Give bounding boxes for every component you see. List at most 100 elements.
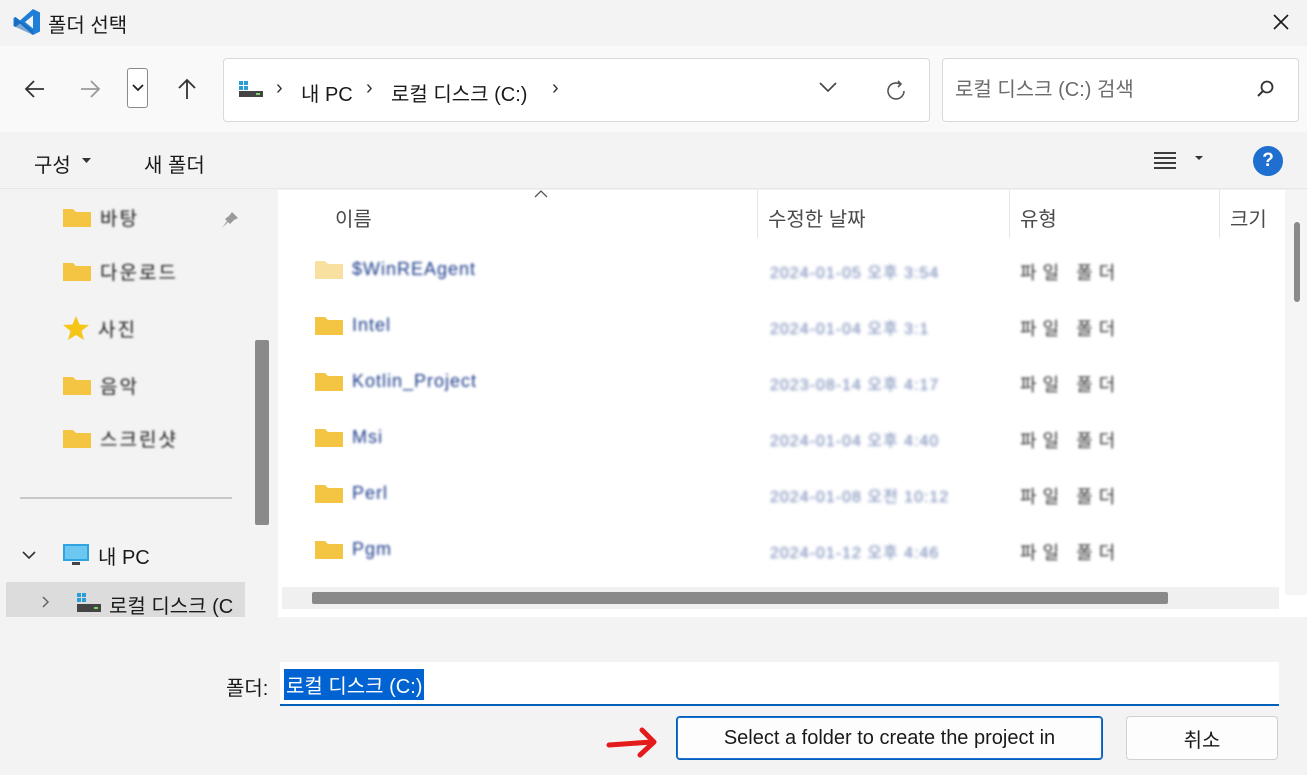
folder-icon (315, 429, 343, 447)
file-date: 2024-01-04 오후 3:1 (770, 321, 930, 338)
select-folder-button[interactable]: Select a folder to create the project in (676, 716, 1103, 760)
folder-label: 폴더: (226, 678, 269, 700)
breadcrumb-separator: › (276, 77, 283, 99)
nav-item-label: 바탕 (100, 208, 139, 230)
search-box[interactable] (942, 58, 1299, 122)
file-type: 파일 폴더 (1020, 319, 1122, 339)
nav-item-label: 음악 (100, 376, 139, 398)
table-row[interactable]: Msi 2024-01-04 오후 4:40 파일 폴더 (278, 412, 1278, 468)
recent-locations-dropdown[interactable] (127, 68, 148, 108)
nav-item-label: 스크린샷 (100, 429, 178, 451)
forward-button[interactable] (73, 72, 107, 106)
folder-icon (315, 485, 343, 503)
breadcrumb-mypc[interactable]: 내 PC (301, 78, 353, 107)
view-options-icon[interactable] (1154, 150, 1210, 170)
file-name: $WinREAgent (352, 259, 477, 279)
file-name: Msi (352, 427, 383, 447)
annotation-arrow-icon (606, 727, 657, 758)
column-header-row: 이름 수정한 날짜 유형 크기 (278, 190, 1307, 242)
nav-quick-item[interactable]: 사진 (62, 313, 137, 343)
up-button[interactable] (170, 72, 204, 106)
nav-quick-item[interactable]: 음악 (62, 370, 139, 400)
table-row[interactable]: $WinREAgent 2024-01-05 오후 3:54 파일 폴더 (278, 244, 1278, 300)
table-row[interactable]: Kotlin_Project 2023-08-14 오후 4:17 파일 폴더 (278, 356, 1278, 412)
file-type: 파일 폴더 (1020, 263, 1122, 283)
caret-down-icon (82, 158, 91, 163)
file-type: 파일 폴더 (1020, 487, 1122, 507)
table-row[interactable]: Intel 2024-01-04 오후 3:1 파일 폴더 (278, 300, 1278, 356)
search-icon[interactable] (1256, 79, 1276, 99)
folder-name-value[interactable]: 로컬 디스크 (C:) (284, 669, 425, 700)
folder-name-input[interactable]: 로컬 디스크 (C:) (280, 662, 1279, 706)
horizontal-scrollbar[interactable] (282, 587, 1279, 609)
vertical-scrollbar[interactable] (1285, 190, 1307, 595)
back-button[interactable] (18, 72, 52, 106)
pin-icon[interactable] (220, 210, 240, 230)
nav-quick-item[interactable]: 바탕 (62, 202, 139, 232)
breadcrumb-separator: › (552, 77, 559, 99)
breadcrumb-local-disk[interactable]: 로컬 디스크 (C:) (391, 78, 527, 107)
close-icon (1273, 14, 1289, 30)
arrow-right-icon (81, 80, 101, 98)
table-row[interactable]: Perl 2024-01-08 오전 10:12 파일 폴더 (278, 468, 1278, 524)
file-date: 2024-01-04 오후 4:40 (770, 433, 940, 450)
folder-icon (315, 373, 343, 391)
help-button[interactable]: ? (1253, 146, 1283, 176)
folder-icon (63, 430, 91, 448)
address-bar[interactable]: › 내 PC › 로컬 디스크 (C:) › (223, 58, 930, 122)
chevron-right-icon[interactable] (42, 596, 50, 608)
nav-quick-item[interactable]: 다운로드 (62, 256, 178, 286)
nav-divider (20, 497, 232, 499)
file-date: 2024-01-08 오전 10:12 (770, 489, 950, 506)
chevron-down-icon (131, 84, 144, 92)
drive-icon (239, 81, 263, 97)
drive-icon (77, 593, 101, 612)
window-title: 폴더 선택 (48, 15, 128, 37)
folder-icon (63, 209, 91, 227)
file-name: Kotlin_Project (352, 371, 478, 391)
nav-item-local-disk[interactable]: 로컬 디스크 (C (6, 582, 245, 617)
navigation-pane: 바탕 다운로드 사진 음악 스크린샷 내 PC 로컬 디스크 (C (0, 190, 278, 617)
new-folder-button[interactable]: 새 폴더 (144, 149, 205, 178)
nav-scrollbar[interactable] (255, 340, 269, 525)
file-name: Intel (352, 315, 392, 335)
scrollbar-thumb[interactable] (312, 592, 1168, 604)
scrollbar-thumb[interactable] (1294, 222, 1300, 302)
cancel-button[interactable]: 취소 (1126, 716, 1278, 760)
file-date: 2023-08-14 오후 4:17 (770, 377, 940, 394)
folder-icon (63, 377, 91, 395)
title-bar: 폴더 선택 (0, 0, 1307, 46)
column-modified[interactable]: 수정한 날짜 (768, 203, 866, 232)
computer-icon (63, 544, 89, 565)
command-bar: 구성 새 폴더 ? (0, 132, 1307, 189)
arrow-up-icon (178, 78, 196, 99)
column-size[interactable]: 크기 (1230, 203, 1267, 232)
folder-icon (63, 263, 91, 281)
dialog-footer: 폴더: 로컬 디스크 (C:) Select a folder to creat… (0, 617, 1307, 775)
folder-icon (315, 317, 343, 335)
nav-item-label: 사진 (98, 319, 137, 341)
search-input[interactable] (955, 74, 1245, 106)
refresh-icon[interactable] (884, 79, 908, 103)
column-separator[interactable] (1009, 190, 1010, 238)
organize-button[interactable]: 구성 (34, 149, 71, 178)
table-row[interactable]: Pgm 2024-01-12 오후 4:46 파일 폴더 (278, 524, 1278, 580)
arrow-left-icon (24, 80, 44, 98)
file-date: 2024-01-05 오후 3:54 (770, 265, 940, 282)
column-separator[interactable] (757, 190, 758, 238)
column-separator[interactable] (1219, 190, 1220, 238)
file-type: 파일 폴더 (1020, 543, 1122, 563)
address-row: › 내 PC › 로컬 디스크 (C:) › (0, 46, 1307, 132)
vscode-icon (13, 9, 40, 35)
file-name: Pgm (352, 539, 393, 559)
column-name[interactable]: 이름 (335, 203, 372, 232)
chevron-down-icon[interactable] (22, 550, 36, 560)
nav-quick-item[interactable]: 스크린샷 (62, 423, 178, 453)
column-type[interactable]: 유형 (1020, 203, 1057, 232)
nav-item-mypc[interactable]: 내 PC (22, 540, 150, 570)
star-icon (63, 316, 89, 340)
chevron-down-icon[interactable] (818, 81, 838, 93)
nav-item-label: 다운로드 (100, 262, 178, 284)
nav-item-label: 내 PC (98, 546, 150, 569)
close-button[interactable] (1255, 0, 1307, 44)
